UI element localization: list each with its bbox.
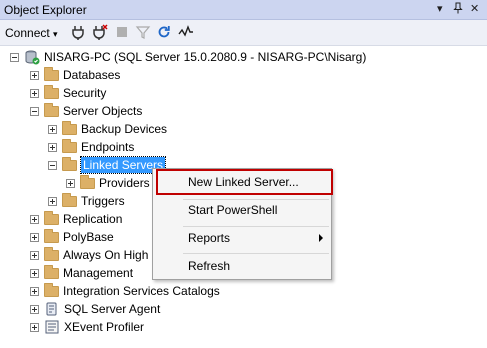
tree-node-server[interactable]: NISARG-PC (SQL Server 15.0.2080.9 - NISA…	[10, 48, 366, 66]
pin-icon[interactable]	[452, 2, 464, 17]
folder-icon	[62, 156, 77, 171]
dropdown-icon[interactable]: ▾	[437, 2, 443, 15]
expand-icon[interactable]	[30, 268, 39, 278]
expand-icon[interactable]	[30, 322, 39, 332]
menu-item-refresh[interactable]: Refresh	[153, 255, 331, 277]
tree-node-polybase[interactable]: PolyBase	[30, 228, 114, 246]
collapse-icon[interactable]	[30, 106, 39, 116]
collapse-icon[interactable]	[48, 160, 57, 170]
server-label: NISARG-PC (SQL Server 15.0.2080.9 - NISA…	[44, 50, 367, 64]
folder-icon	[44, 66, 59, 81]
folder-icon	[62, 120, 77, 135]
tree-node-triggers[interactable]: Triggers	[48, 192, 125, 210]
folder-icon	[44, 228, 59, 243]
providers-label: Providers	[99, 176, 150, 190]
tree-node-server-objects[interactable]: Server Objects	[30, 102, 142, 120]
tree-node-integration-services[interactable]: Integration Services Catalogs	[30, 282, 220, 300]
expand-icon[interactable]	[30, 70, 39, 80]
always-on-label: Always On High	[63, 248, 149, 262]
menu-item-start-powershell[interactable]: Start PowerShell	[153, 199, 331, 221]
refresh-icon[interactable]	[156, 24, 172, 40]
object-explorer-toolbar: Connect ▾	[0, 20, 487, 46]
expand-icon[interactable]	[30, 214, 39, 224]
triggers-label: Triggers	[81, 194, 125, 208]
folder-icon	[44, 210, 59, 225]
databases-label: Databases	[63, 68, 121, 82]
tree-node-providers[interactable]: Providers	[66, 174, 150, 192]
server-objects-label: Server Objects	[63, 104, 143, 118]
chevron-down-icon: ▾	[53, 29, 58, 39]
menu-separator	[183, 253, 329, 254]
folder-icon	[62, 192, 77, 207]
management-label: Management	[63, 266, 134, 280]
folder-icon	[44, 102, 59, 117]
tree-node-security[interactable]: Security	[30, 84, 106, 102]
backup-devices-label: Backup Devices	[81, 122, 168, 136]
filter-icon	[135, 26, 151, 39]
folder-icon	[44, 282, 59, 297]
folder-icon	[44, 246, 59, 261]
refresh-label: Refresh	[188, 259, 231, 273]
connect-button[interactable]: Connect ▾	[5, 26, 58, 40]
activity-monitor-icon[interactable]	[178, 24, 194, 40]
tree-node-sql-server-agent[interactable]: SQL Server Agent	[30, 300, 160, 318]
panel-title: Object Explorer	[4, 3, 87, 17]
polybase-label: PolyBase	[63, 230, 114, 244]
xevent-profiler-label: XEvent Profiler	[64, 320, 145, 334]
expand-icon[interactable]	[30, 88, 39, 98]
connect-label: Connect	[5, 26, 50, 40]
folder-icon	[62, 138, 77, 153]
submenu-arrow-icon	[319, 234, 323, 242]
expand-icon[interactable]	[66, 178, 75, 188]
folder-icon	[80, 174, 95, 189]
close-icon[interactable]: ✕	[470, 2, 479, 15]
expand-icon[interactable]	[48, 196, 57, 206]
sql-agent-icon	[46, 302, 57, 316]
expand-icon[interactable]	[48, 142, 57, 152]
integration-services-label: Integration Services Catalogs	[63, 284, 220, 298]
start-powershell-label: Start PowerShell	[188, 203, 278, 217]
expand-icon[interactable]	[48, 124, 57, 134]
sql-server-agent-label: SQL Server Agent	[64, 302, 161, 316]
reports-label: Reports	[188, 231, 231, 245]
stop-icon	[117, 27, 127, 37]
tree-node-databases[interactable]: Databases	[30, 66, 120, 84]
collapse-icon[interactable]	[10, 52, 19, 62]
security-label: Security	[63, 86, 107, 100]
menu-item-reports[interactable]: Reports	[153, 227, 331, 249]
expand-icon[interactable]	[30, 250, 39, 260]
tree-node-always-on[interactable]: Always On High	[30, 246, 148, 264]
endpoints-label: Endpoints	[81, 140, 135, 154]
xevent-profiler-icon	[45, 320, 59, 334]
tree-node-backup-devices[interactable]: Backup Devices	[48, 120, 167, 138]
server-icon	[25, 50, 40, 65]
tree-node-endpoints[interactable]: Endpoints	[48, 138, 134, 156]
folder-icon	[44, 84, 59, 99]
disconnect-icon[interactable]	[92, 24, 108, 40]
annotation-highlight-box	[156, 169, 333, 195]
object-explorer-titlebar: Object Explorer ▾ ✕	[0, 0, 487, 20]
tree-node-xevent-profiler[interactable]: XEvent Profiler	[30, 318, 144, 336]
expand-icon[interactable]	[30, 304, 39, 314]
connect-object-explorer-icon[interactable]	[70, 24, 86, 40]
expand-icon[interactable]	[30, 232, 39, 242]
folder-icon	[44, 264, 59, 279]
replication-label: Replication	[63, 212, 123, 226]
tree-node-replication[interactable]: Replication	[30, 210, 122, 228]
tree-node-linked-servers[interactable]: Linked Servers	[48, 156, 167, 174]
expand-icon[interactable]	[30, 286, 39, 296]
tree-node-management[interactable]: Management	[30, 264, 133, 282]
